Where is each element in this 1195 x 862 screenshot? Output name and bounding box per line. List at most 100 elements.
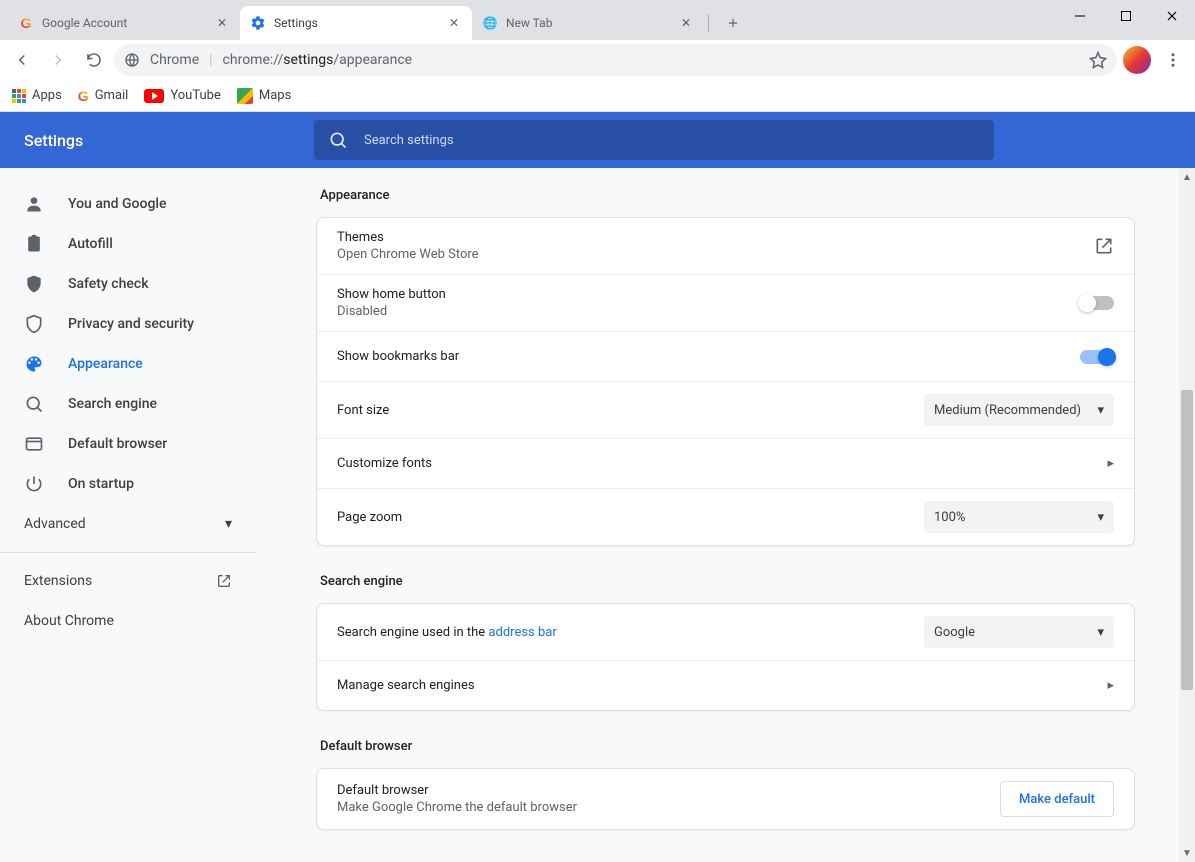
- person-icon: [24, 194, 44, 214]
- tab-new-tab[interactable]: 🌐 New Tab ✕: [472, 6, 704, 40]
- customize-fonts-row[interactable]: Customize fonts ▸: [317, 438, 1134, 488]
- palette-icon: [24, 354, 44, 374]
- sidebar-item-autofill[interactable]: Autofill: [0, 224, 256, 264]
- tab-title: New Tab: [506, 16, 670, 30]
- search-engine-select[interactable]: Google ▾: [924, 616, 1114, 648]
- browser-toolbar: Chrome | chrome://settings/appearance: [0, 40, 1195, 80]
- reload-button[interactable]: [78, 44, 110, 76]
- close-icon[interactable]: ✕: [214, 15, 230, 31]
- divider: [0, 552, 256, 553]
- sidebar-item-privacy[interactable]: Privacy and security: [0, 304, 256, 344]
- about-label: About Chrome: [24, 613, 114, 629]
- close-button[interactable]: [1149, 0, 1195, 32]
- shield-check-icon: [24, 274, 44, 294]
- themes-row[interactable]: Themes Open Chrome Web Store: [317, 218, 1134, 274]
- maximize-button[interactable]: [1103, 0, 1149, 32]
- extensions-label: Extensions: [24, 573, 92, 589]
- sidebar-item-label: You and Google: [68, 196, 166, 212]
- search-settings-input[interactable]: Search settings: [314, 120, 994, 160]
- youtube-icon: [144, 89, 164, 103]
- search-engine-row: Search engine used in the address bar Go…: [317, 604, 1134, 660]
- font-size-select[interactable]: Medium (Recommended) ▾: [924, 394, 1114, 426]
- clipboard-icon: [24, 234, 44, 254]
- bookmarks-bar: Apps G Gmail YouTube Maps: [0, 80, 1195, 112]
- show-bookmarks-label: Show bookmarks bar: [337, 349, 1080, 364]
- tab-settings[interactable]: Settings ✕: [240, 6, 472, 40]
- page-zoom-select[interactable]: 100% ▾: [924, 501, 1114, 533]
- apps-icon: [12, 89, 26, 103]
- chevron-right-icon: ▸: [1107, 456, 1114, 471]
- chevron-down-icon: ▾: [1097, 403, 1104, 418]
- profile-avatar[interactable]: [1123, 46, 1151, 74]
- sidebar-advanced[interactable]: Advanced ▾: [0, 504, 256, 544]
- maps-icon: [237, 88, 253, 104]
- sidebar-about[interactable]: About Chrome: [0, 601, 256, 641]
- page-title: Settings: [24, 131, 290, 150]
- minimize-button[interactable]: [1057, 0, 1103, 32]
- default-browser-card: Default browser Make Google Chrome the d…: [316, 768, 1135, 830]
- forward-button[interactable]: [42, 44, 74, 76]
- scroll-down-icon[interactable]: ▼: [1182, 844, 1192, 862]
- make-default-button[interactable]: Make default: [1000, 781, 1114, 817]
- tab-separator: [708, 14, 709, 32]
- tab-google-account[interactable]: G Google Account ✕: [8, 6, 240, 40]
- search-placeholder: Search settings: [364, 133, 454, 148]
- page-zoom-label: Page zoom: [337, 510, 924, 525]
- close-icon[interactable]: ✕: [446, 15, 462, 31]
- search-card: Search engine used in the address bar Go…: [316, 603, 1135, 711]
- default-browser-sub: Make Google Chrome the default browser: [337, 800, 1000, 815]
- show-home-toggle[interactable]: [1080, 296, 1114, 310]
- url-separator: |: [209, 52, 212, 68]
- url-chip: Chrome: [150, 52, 199, 68]
- chevron-down-icon: ▾: [1097, 510, 1104, 525]
- gear-icon: [250, 15, 266, 31]
- manage-search-row[interactable]: Manage search engines ▸: [317, 660, 1134, 710]
- sidebar-item-you-and-google[interactable]: You and Google: [0, 184, 256, 224]
- section-title-default-browser: Default browser: [320, 739, 1135, 754]
- scrollbar-thumb[interactable]: [1181, 390, 1193, 690]
- sidebar-item-label: Autofill: [68, 236, 113, 252]
- star-icon[interactable]: [1089, 51, 1107, 69]
- default-browser-label: Default browser: [337, 783, 1000, 798]
- content-scrollbar[interactable]: ▲ ▼: [1179, 168, 1195, 862]
- sidebar-item-search-engine[interactable]: Search engine: [0, 384, 256, 424]
- back-button[interactable]: [6, 44, 38, 76]
- sidebar: You and Google Autofill Safety check Pri…: [0, 168, 256, 862]
- menu-button[interactable]: [1157, 44, 1189, 76]
- new-tab-button[interactable]: [719, 9, 747, 37]
- settings-header: Settings Search settings: [0, 112, 1195, 168]
- url-text: chrome://settings/appearance: [223, 52, 413, 68]
- sidebar-item-label: Default browser: [68, 436, 167, 452]
- sidebar-item-label: Privacy and security: [68, 316, 194, 332]
- gmail-bookmark[interactable]: G Gmail: [78, 88, 129, 104]
- show-home-label: Show home button: [337, 287, 1080, 302]
- sidebar-item-appearance[interactable]: Appearance: [0, 344, 256, 384]
- site-info-icon[interactable]: [124, 52, 140, 68]
- address-bar[interactable]: Chrome | chrome://settings/appearance: [114, 44, 1117, 76]
- show-home-row: Show home button Disabled: [317, 274, 1134, 331]
- address-bar-link[interactable]: address bar: [488, 625, 556, 640]
- sidebar-item-label: Appearance: [68, 356, 143, 372]
- sidebar-item-on-startup[interactable]: On startup: [0, 464, 256, 504]
- close-icon[interactable]: ✕: [678, 15, 694, 31]
- sidebar-extensions[interactable]: Extensions: [0, 561, 256, 601]
- maps-bookmark[interactable]: Maps: [237, 88, 291, 104]
- google-favicon: G: [18, 15, 34, 31]
- sidebar-item-label: On startup: [68, 476, 134, 492]
- sidebar-item-default-browser[interactable]: Default browser: [0, 424, 256, 464]
- chevron-down-icon: ▾: [1097, 625, 1104, 640]
- apps-shortcut[interactable]: Apps: [12, 88, 62, 103]
- globe-icon: 🌐: [482, 15, 498, 31]
- show-bookmarks-toggle[interactable]: [1080, 350, 1114, 364]
- scroll-up-icon[interactable]: ▲: [1182, 168, 1192, 186]
- google-icon: G: [78, 88, 89, 104]
- search-engine-label: Search engine used in the address bar: [337, 625, 557, 640]
- font-size-value: Medium (Recommended): [934, 403, 1081, 418]
- shield-icon: [24, 314, 44, 334]
- bookmark-label: YouTube: [170, 88, 221, 103]
- bookmark-label: Apps: [32, 88, 62, 103]
- bookmark-label: Gmail: [95, 88, 129, 103]
- sidebar-item-label: Search engine: [68, 396, 157, 412]
- sidebar-item-safety-check[interactable]: Safety check: [0, 264, 256, 304]
- youtube-bookmark[interactable]: YouTube: [144, 88, 221, 103]
